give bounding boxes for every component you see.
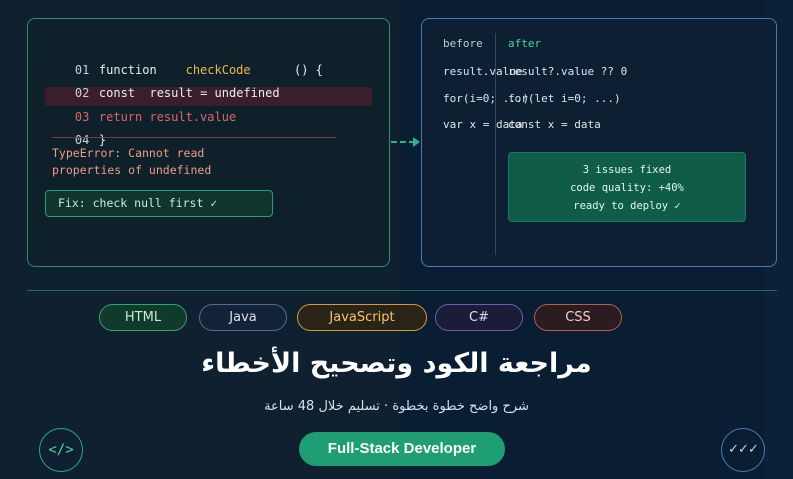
chip-html[interactable]: HTML bbox=[99, 304, 187, 331]
fix-hint: Fix: check null first ✓ bbox=[45, 190, 273, 217]
full-stack-developer-button[interactable]: Full-Stack Developer bbox=[299, 432, 505, 466]
after-row-1: result?.value ?? 0 bbox=[508, 65, 628, 78]
checks-icon: ✓✓✓ bbox=[721, 428, 765, 472]
chip-csharp[interactable]: C# bbox=[435, 304, 523, 331]
error-message-line-1: TypeError: Cannot read bbox=[52, 146, 205, 160]
code-quality: code quality: +40% bbox=[570, 182, 684, 194]
after-header: after bbox=[508, 37, 542, 50]
page-title: مراجعة الكود وتصحيح الأخطاء bbox=[201, 348, 592, 379]
chip-javascript[interactable]: JavaScript bbox=[297, 304, 427, 331]
arrow-connector bbox=[391, 141, 415, 143]
error-divider bbox=[52, 137, 336, 138]
arrow-right-icon bbox=[413, 137, 420, 147]
code-error-statement: return result.value bbox=[98, 110, 237, 124]
code-icon: </> bbox=[39, 428, 83, 472]
deploy-status: ready to deploy ✓ bbox=[573, 200, 681, 212]
before-header: before bbox=[443, 37, 483, 50]
after-row-3: const x = data bbox=[508, 118, 601, 131]
error-message-line-2: properties of undefined bbox=[52, 163, 212, 177]
chip-css[interactable]: CSS bbox=[534, 304, 622, 331]
code-line-2: 02 const result = undefined bbox=[46, 63, 280, 100]
code-line-1: 01 function checkCode () { bbox=[46, 40, 323, 77]
code-line-4: 04} bbox=[46, 110, 106, 147]
compare-panel: before after result.value result?.value … bbox=[421, 18, 777, 267]
page-subtitle: شرح واضح خطوة بخطوة · تسليم خلال 48 ساعة bbox=[264, 399, 529, 414]
code-line-3: 03 return result.value bbox=[46, 87, 236, 124]
issues-fixed: 3 issues fixed bbox=[582, 164, 672, 176]
chip-java[interactable]: Java bbox=[199, 304, 287, 331]
code-panel: 01 function checkCode () { 02 const result… bbox=[27, 18, 390, 267]
after-row-2: for(let i=0; ...) bbox=[508, 92, 621, 105]
result-summary: 3 issues fixed code quality: +40% ready … bbox=[508, 152, 746, 222]
section-divider bbox=[27, 290, 777, 291]
code-punctuation: () { bbox=[294, 63, 323, 77]
error-message: TypeError: Cannot read properties of und… bbox=[52, 145, 211, 179]
